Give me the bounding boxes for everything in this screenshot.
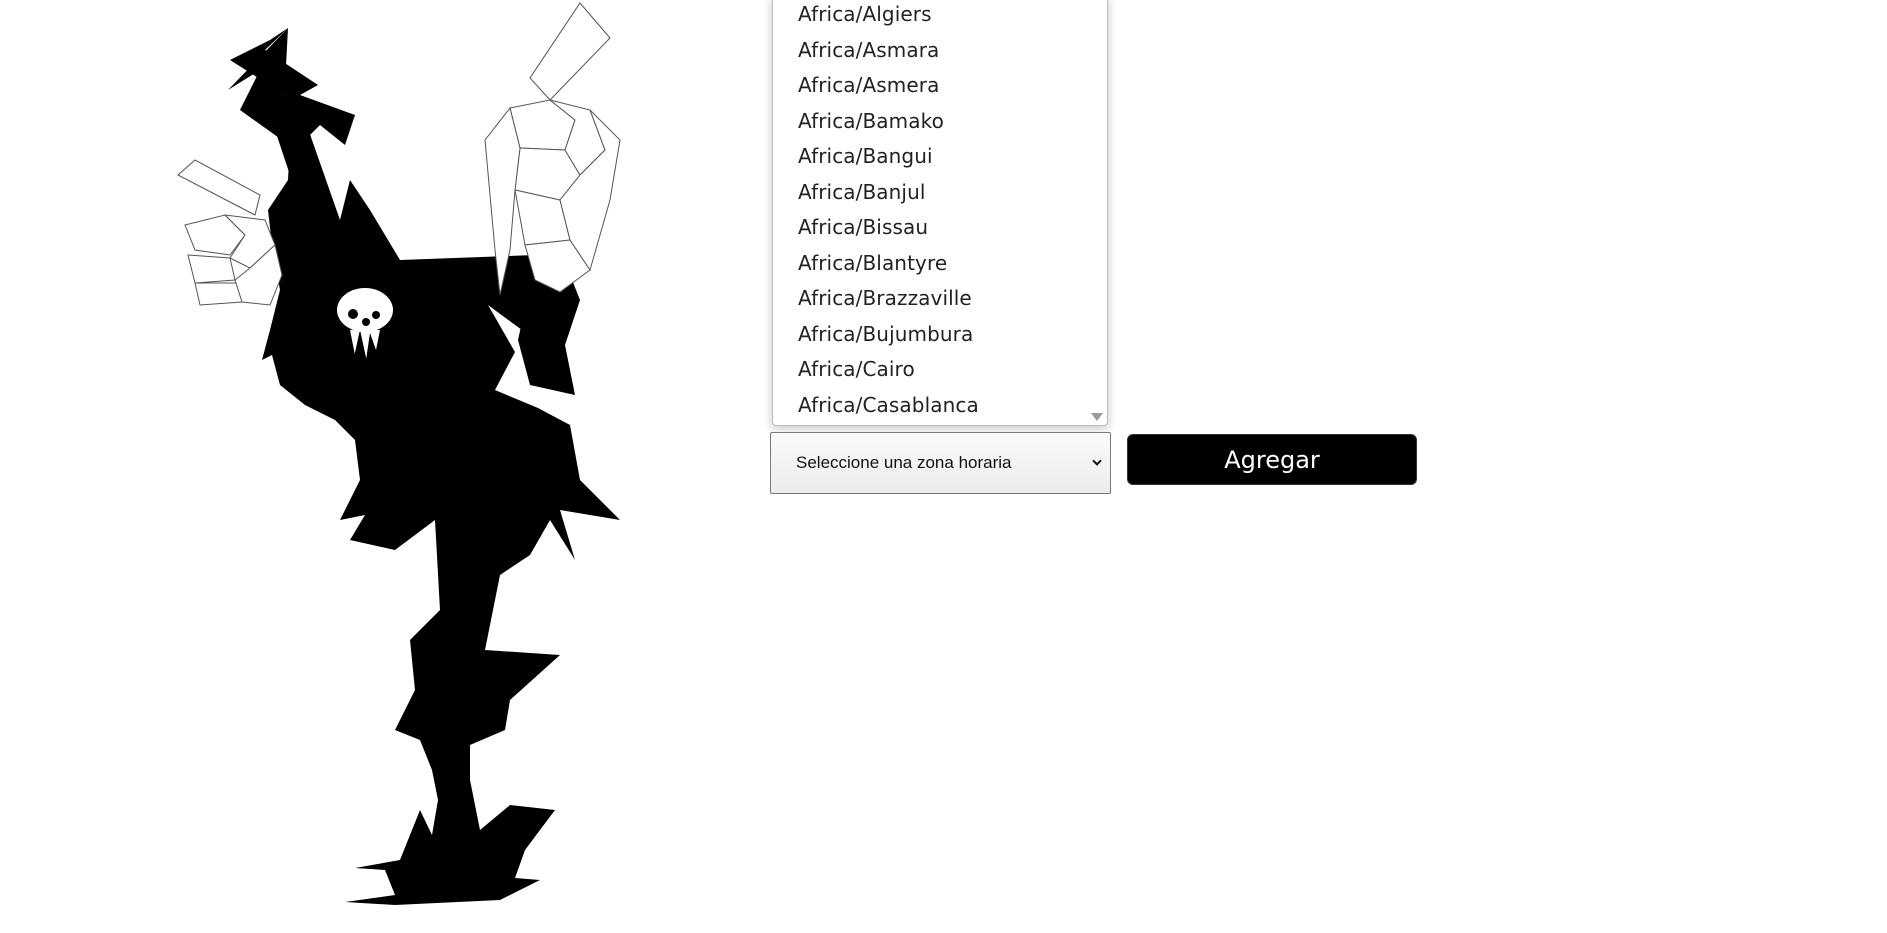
- timezone-option[interactable]: Africa/Bamako: [773, 104, 1107, 140]
- timezone-options-listbox[interactable]: Africa/Algiers Africa/Asmara Africa/Asme…: [772, 0, 1108, 426]
- timezone-option[interactable]: Africa/Algiers: [773, 0, 1107, 33]
- triangle-down-icon[interactable]: [1091, 413, 1103, 421]
- reaper-illustration: [177, 2, 621, 905]
- timezone-option[interactable]: Africa/Blantyre: [773, 246, 1107, 282]
- timezone-option[interactable]: Africa/Asmara: [773, 33, 1107, 69]
- timezone-option[interactable]: Africa/Casablanca: [773, 388, 1107, 424]
- timezone-option[interactable]: Africa/Cairo: [773, 352, 1107, 388]
- timezone-option[interactable]: Africa/Bangui: [773, 139, 1107, 175]
- chevron-down-icon: [1092, 459, 1102, 466]
- timezone-option[interactable]: Africa/Asmera: [773, 68, 1107, 104]
- timezone-select-label: Seleccione una zona horaria: [796, 453, 1012, 472]
- timezone-select[interactable]: Seleccione una zona horaria: [770, 432, 1111, 494]
- timezone-option[interactable]: Africa/Bissau: [773, 210, 1107, 246]
- timezone-option[interactable]: Africa/Brazzaville: [773, 281, 1107, 317]
- page: Africa/Algiers Africa/Asmara Africa/Asme…: [0, 0, 1887, 933]
- add-button[interactable]: Agregar: [1127, 434, 1417, 485]
- timezone-option[interactable]: Africa/Bujumbura: [773, 317, 1107, 353]
- timezone-option[interactable]: Africa/Banjul: [773, 175, 1107, 211]
